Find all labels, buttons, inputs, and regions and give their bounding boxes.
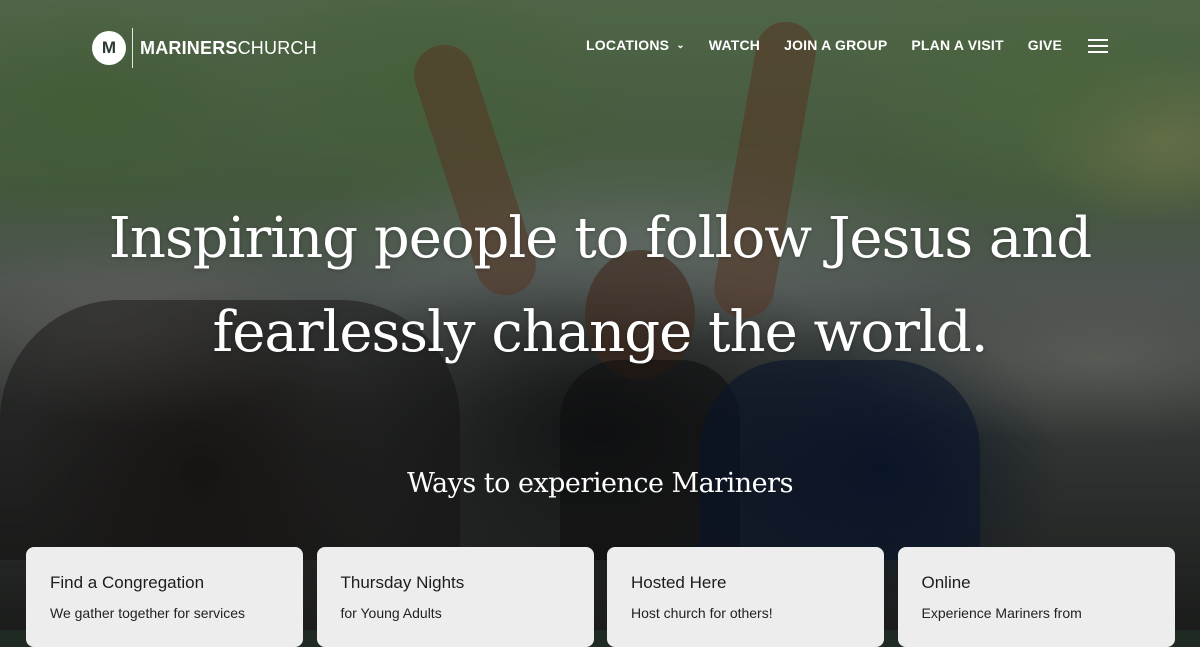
card-find-a-congregation[interactable]: Find a Congregation We gather together f…: [26, 547, 303, 647]
chevron-down-icon: ⌄: [676, 39, 685, 51]
nav-item-label: LOCATIONS: [586, 37, 670, 53]
logo-wordmark-bold: MARINERS: [140, 37, 238, 58]
hero-headline-line-2: fearlessly change the world.: [212, 300, 988, 365]
logo-wordmark: MARINERSCHURCH: [140, 38, 317, 59]
card-title: Online: [921, 573, 971, 592]
ways-to-experience-heading: Ways to experience Mariners: [407, 468, 793, 499]
card-online[interactable]: Online Experience Mariners from: [897, 547, 1175, 647]
nav-item-watch[interactable]: WATCH: [709, 37, 760, 53]
card-thursday-nights[interactable]: Thursday Nights for Young Adults: [316, 547, 594, 647]
nav-item-give[interactable]: GIVE: [1028, 37, 1062, 53]
card-title: Hosted Here: [631, 573, 727, 592]
logo-wordmark-light: CHURCH: [237, 37, 317, 58]
hero-headline-line-1: Inspiring people to follow Jesus and: [108, 206, 1092, 271]
hero-headline: Inspiring people to follow Jesus and fea…: [0, 192, 1200, 380]
card-description: for Young Adults: [340, 605, 442, 621]
card-title: Thursday Nights: [340, 573, 465, 592]
nav-item-plan-a-visit[interactable]: PLAN A VISIT: [911, 37, 1003, 53]
nav-item-join-a-group[interactable]: JOIN A GROUP: [784, 37, 887, 53]
logo-divider: [132, 28, 133, 68]
card-description: Experience Mariners from: [921, 605, 1082, 621]
card-description: Host church for others!: [631, 605, 773, 621]
hamburger-menu-icon[interactable]: [1088, 38, 1108, 53]
experience-cards: Find a Congregation We gather together f…: [26, 547, 1175, 647]
card-title: Find a Congregation: [50, 573, 205, 592]
site-logo[interactable]: M MARINERSCHURCH: [92, 28, 317, 68]
mariners-logo-icon: M: [92, 31, 126, 65]
nav-item-locations[interactable]: LOCATIONS ⌄: [586, 37, 685, 53]
card-description: We gather together for services: [50, 605, 246, 621]
card-hosted-here[interactable]: Hosted Here Host church for others!: [607, 547, 884, 647]
main-nav: LOCATIONS ⌄ WATCH JOIN A GROUP PLAN A VI…: [586, 37, 1108, 53]
